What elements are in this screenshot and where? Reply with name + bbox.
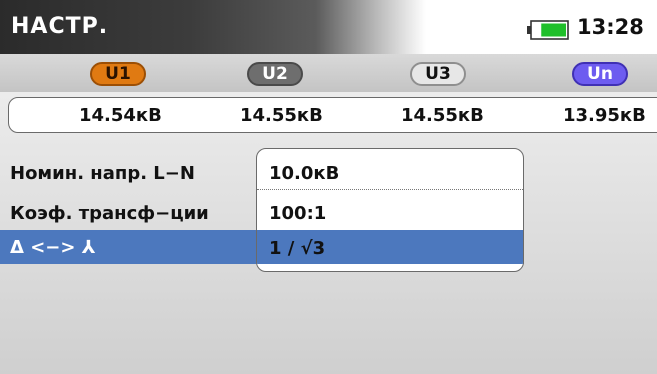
settings-screen: НАСТР. 13:28 U1 U2 U3 Un 14.54кВ 14.55кВ… [0,0,657,374]
setting-nominal-voltage-value[interactable]: 10.0кВ [269,163,339,184]
channel-un-badge: Un [572,62,628,86]
reading-u1: 14.54кВ [79,105,162,126]
channel-header-row: U1 U2 U3 Un [0,54,657,92]
channel-u3-badge: U3 [410,62,466,86]
channel-u2-badge: U2 [247,62,303,86]
reading-un: 13.95кВ [563,105,646,126]
battery-fill [541,23,566,37]
status-bar: НАСТР. 13:28 [0,0,657,54]
channel-u1-badge: U1 [90,62,146,86]
setting-delta-star-label[interactable]: Δ <−> ⅄ [10,237,95,258]
setting-transformer-ratio-label[interactable]: Коэф. трансф−ции [10,203,209,224]
screen-title: НАСТР. [11,14,109,39]
title-fade [316,0,426,54]
reading-u3: 14.55кВ [401,105,484,126]
row-separator [257,189,523,190]
setting-nominal-voltage-label[interactable]: Номин. напр. L−N [10,163,195,184]
clock-time: 13:28 [577,15,644,39]
setting-transformer-ratio-value[interactable]: 100:1 [269,203,326,224]
readings-panel: 14.54кВ 14.55кВ 14.55кВ 13.95кВ [8,97,657,133]
setting-delta-star-value[interactable]: 1 / √3 [269,238,325,259]
settings-values-panel: 10.0кВ 100:1 1 / √3 [256,148,524,272]
reading-u2: 14.55кВ [240,105,323,126]
battery-icon [527,20,569,40]
